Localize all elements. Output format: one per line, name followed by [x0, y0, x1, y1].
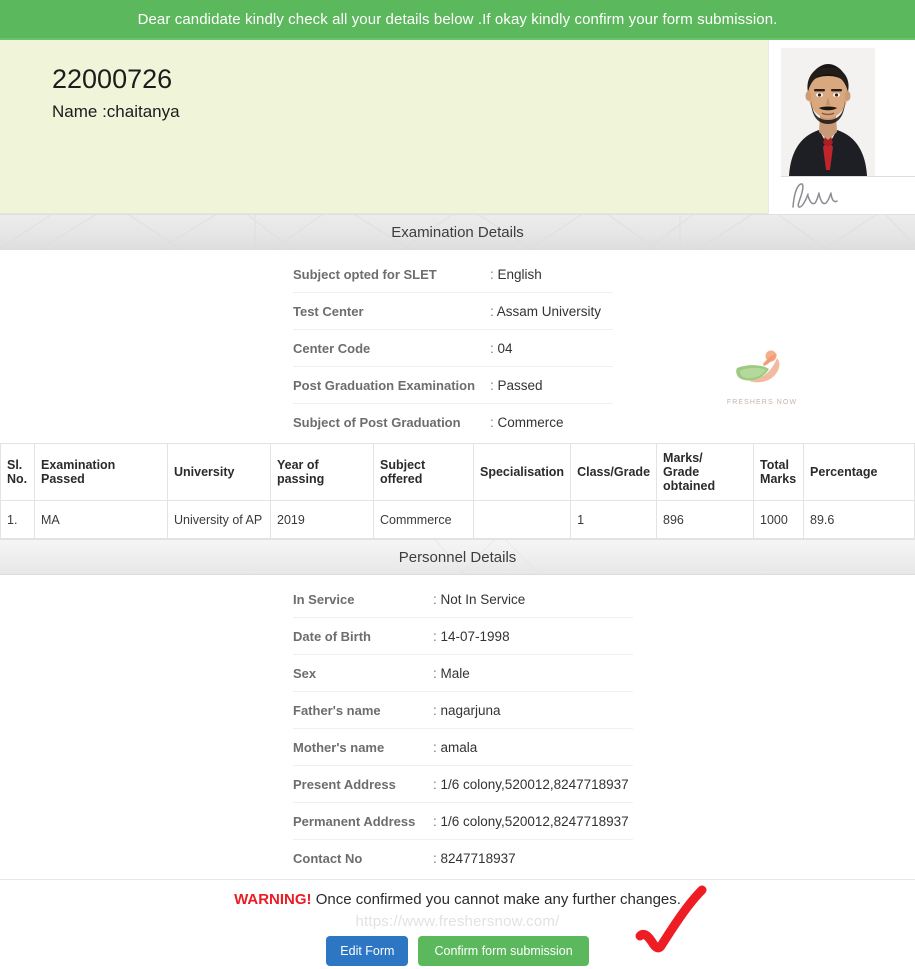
detail-row: Subject opted for SLET English	[293, 256, 613, 293]
detail-row: Permanent Address 1/6 colony,520012,8247…	[293, 803, 633, 840]
detail-value: 1/6 colony,520012,8247718937	[433, 814, 629, 829]
detail-row: In Service Not In Service	[293, 581, 633, 618]
detail-value: 1/6 colony,520012,8247718937	[433, 777, 629, 792]
detail-label: Post Graduation Examination	[293, 377, 476, 393]
edit-form-button[interactable]: Edit Form	[326, 936, 409, 966]
cell-percentage: 89.6	[803, 500, 915, 539]
detail-row: Father's name nagarjuna	[293, 692, 633, 729]
detail-label: Test Center	[293, 303, 364, 319]
detail-value: English	[490, 267, 542, 282]
warning-text: Once confirmed you cannot make any furth…	[315, 891, 681, 908]
col-total-line1: Total	[760, 458, 789, 472]
col-total-marks: Total Marks	[753, 443, 805, 501]
education-table: Sl. No. Examination Passed University Ye…	[0, 443, 915, 539]
detail-label: Subject opted for SLET	[293, 266, 437, 282]
col-total-line2: Marks	[760, 472, 797, 486]
detail-row: Post Graduation Examination Passed	[293, 367, 613, 404]
detail-label: Date of Birth	[293, 628, 371, 644]
detail-label: Present Address	[293, 776, 396, 792]
detail-label: Center Code	[293, 340, 371, 356]
col-percentage: Percentage	[803, 443, 915, 501]
detail-value: 14-07-1998	[433, 629, 510, 644]
detail-value: Passed	[490, 378, 543, 393]
freshersnow-logo-watermark: FRESHERS NOW	[714, 348, 810, 406]
examination-details-header: Examination Details	[0, 214, 915, 250]
detail-value: Male	[433, 666, 470, 681]
education-table-head: Sl. No. Examination Passed University Ye…	[0, 443, 915, 501]
detail-value: Assam University	[490, 304, 601, 319]
detail-row: Mother's name amala	[293, 729, 633, 766]
detail-row: Sex Male	[293, 655, 633, 692]
candidate-signature	[781, 176, 915, 210]
cell-sl-no: 1.	[0, 500, 35, 539]
detail-row: Center Code 04	[293, 330, 613, 367]
warning-message: WARNING! Once confirmed you cannot make …	[0, 891, 915, 908]
detail-label: Permanent Address	[293, 813, 416, 829]
footer-button-row: Edit Form Confirm form submission	[0, 936, 915, 966]
candidate-profile-strip: 22000726 Name :chaitanya	[0, 40, 915, 214]
col-year-of-passing: Year of passing	[270, 443, 374, 501]
col-subject-offered: Subject offered	[373, 443, 474, 501]
personnel-details-header: Personnel Details	[0, 539, 915, 575]
detail-value: amala	[433, 740, 478, 755]
cell-total-marks: 1000	[753, 500, 805, 539]
detail-label: Mother's name	[293, 739, 385, 755]
personnel-details-title: Personnel Details	[398, 548, 517, 566]
col-sl-no-line1: Sl.	[7, 458, 23, 472]
application-preview-page: Dear candidate kindly check all your det…	[0, 0, 915, 969]
col-marks-line2: Grade obtained	[663, 465, 716, 493]
site-url-watermark: https://www.freshersnow.com/	[355, 913, 560, 930]
col-sl-no-line2: No.	[7, 472, 28, 486]
col-examination-passed: Examination Passed	[34, 443, 168, 501]
freshersnow-logo-icon	[736, 350, 780, 383]
form-footer: WARNING! Once confirmed you cannot make …	[0, 879, 915, 968]
detail-label: Father's name	[293, 702, 381, 718]
detail-row: Present Address 1/6 colony,520012,824771…	[293, 766, 633, 803]
detail-row: Test Center Assam University	[293, 293, 613, 330]
detail-row: Date of Birth 14-07-1998	[293, 618, 633, 655]
cell-examination-passed: MA	[34, 500, 168, 539]
col-class-grade: Class/Grade	[570, 443, 658, 501]
photo-signature-box	[768, 40, 915, 214]
col-specialisation: Specialisation	[472, 443, 572, 501]
signature-scribble	[792, 183, 838, 208]
instruction-banner: Dear candidate kindly check all your det…	[0, 0, 915, 40]
detail-row: Contact No 8247718937	[293, 840, 633, 877]
detail-label: Subject of Post Graduation	[293, 415, 461, 430]
cell-subject-offered: Commmerce	[373, 500, 474, 539]
detail-label: Sex	[293, 665, 317, 681]
instruction-banner-text: Dear candidate kindly check all your det…	[137, 10, 778, 28]
col-marks-obtained: Marks/ Grade obtained	[656, 443, 755, 501]
personnel-details-list: In Service Not In Service Date of Birth …	[0, 575, 915, 879]
cell-year-of-passing: 2019	[270, 500, 374, 539]
detail-value: 04	[490, 341, 513, 356]
education-table-body: 1. MA University of AP 2019 Commmerce 1 …	[0, 500, 915, 539]
examination-details-list: FRESHERS NOW Subject opted for SLET Engl…	[0, 250, 915, 443]
cell-marks-obtained: 896	[656, 500, 755, 539]
detail-value: 8247718937	[433, 851, 516, 866]
examination-details-title: Examination Details	[391, 223, 524, 241]
cell-university: University of AP	[167, 500, 271, 539]
table-header-row: Sl. No. Examination Passed University Ye…	[0, 443, 915, 501]
col-marks-line1: Marks/	[663, 451, 703, 465]
confirm-form-submission-button[interactable]: Confirm form submission	[418, 936, 589, 966]
detail-row: Subject of Post Graduation Commerce	[293, 404, 613, 441]
col-university: University	[167, 443, 271, 501]
col-sl-no: Sl. No.	[0, 443, 35, 501]
table-row: 1. MA University of AP 2019 Commmerce 1 …	[0, 500, 915, 539]
cell-class-grade: 1	[570, 500, 658, 539]
detail-value: nagarjuna	[433, 703, 501, 718]
detail-label: Contact No	[293, 851, 363, 866]
signature-divider	[781, 176, 915, 177]
cell-specialisation	[472, 500, 572, 539]
detail-value: Not In Service	[433, 592, 526, 607]
freshersnow-logo-caption: FRESHERS NOW	[726, 399, 798, 406]
detail-value: Commerce	[490, 415, 564, 430]
candidate-photo	[781, 48, 875, 176]
photo-illustration	[781, 48, 875, 176]
warning-keyword: WARNING!	[234, 891, 312, 908]
detail-label: In Service	[293, 591, 355, 607]
